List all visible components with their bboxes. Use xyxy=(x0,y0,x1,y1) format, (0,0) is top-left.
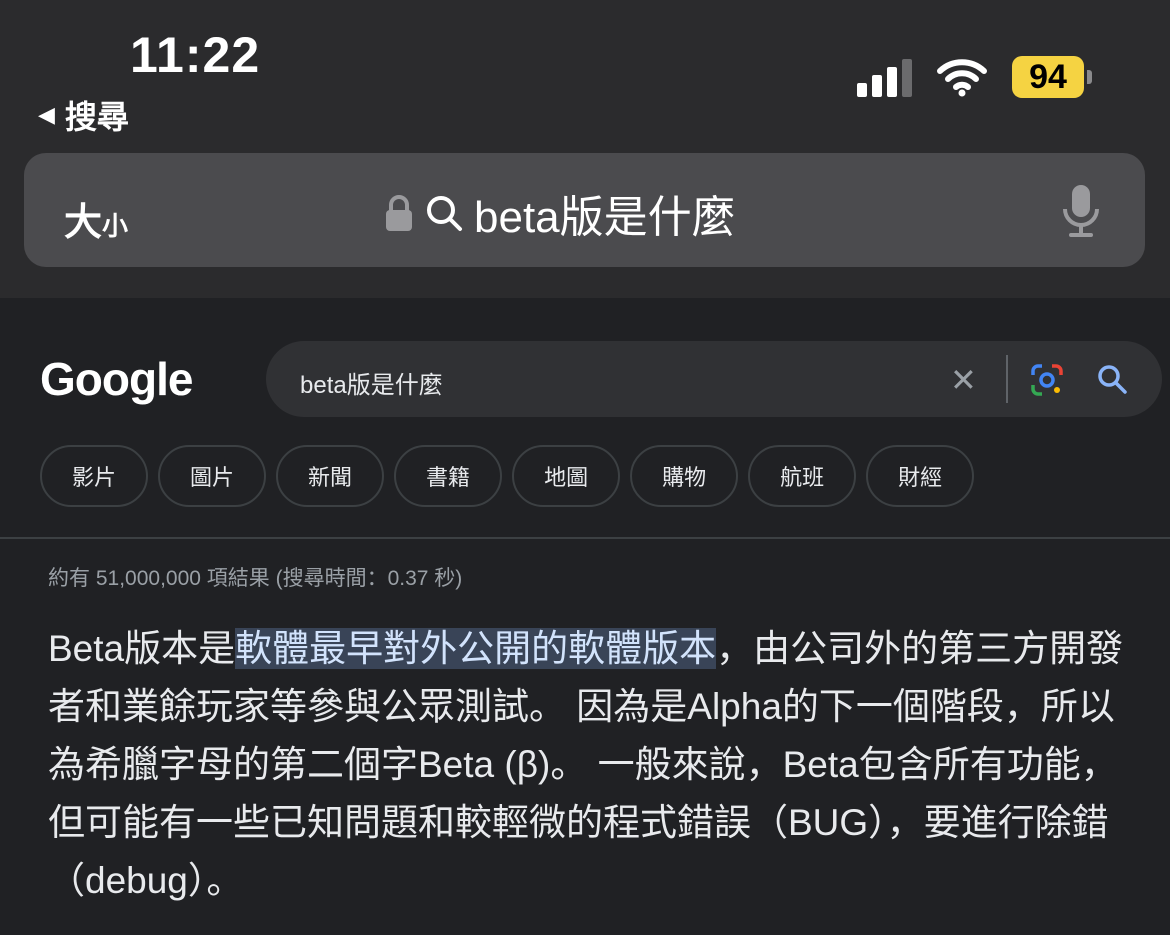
chip-books[interactable]: 書籍 xyxy=(394,445,503,507)
chip-flights[interactable]: 航班 xyxy=(748,445,857,507)
address-bar[interactable]: 大小 beta版是什麼 xyxy=(24,153,1145,267)
chip-news[interactable]: 新聞 xyxy=(276,445,385,507)
battery-level: 94 xyxy=(1012,56,1084,98)
snippet-highlight: 軟體最早對外公開的軟體版本 xyxy=(235,628,717,669)
url-query-text: beta版是什麼 xyxy=(474,193,736,242)
google-lens-icon[interactable] xyxy=(1030,363,1064,397)
text-size-button[interactable]: 大小 xyxy=(64,191,128,246)
browser-chrome: 11:22 ◀ 搜尋 94 大小 beta版是什麼 xyxy=(0,0,1170,298)
battery-icon: 94 xyxy=(1012,56,1092,98)
cellular-signal-icon xyxy=(857,57,912,97)
wifi-icon xyxy=(937,59,987,97)
clear-icon[interactable]: ✕ xyxy=(950,361,977,399)
back-to-search-button[interactable]: ◀ 搜尋 xyxy=(38,92,129,138)
google-logo[interactable]: Google xyxy=(40,352,193,406)
chip-maps[interactable]: 地圖 xyxy=(512,445,621,507)
snippet-text-before: Beta版本是 xyxy=(48,628,236,669)
search-filter-chips: 影片 圖片 新聞 書籍 地圖 購物 航班 財經 xyxy=(40,445,975,507)
chip-images[interactable]: 圖片 xyxy=(158,445,267,507)
google-search-box[interactable]: beta版是什麼 ✕ xyxy=(266,341,1162,417)
chip-finance[interactable]: 財經 xyxy=(866,445,975,507)
google-search-input[interactable]: beta版是什麼 xyxy=(300,365,443,400)
search-box-divider xyxy=(1006,355,1008,403)
status-icons: 94 xyxy=(857,56,1092,98)
results-divider xyxy=(0,537,1170,539)
result-stats: 約有 51,000,000 項結果 (搜尋時間：0.37 秒) xyxy=(48,567,463,590)
chip-shopping[interactable]: 購物 xyxy=(630,445,739,507)
search-submit-icon[interactable] xyxy=(1096,363,1128,395)
url-display[interactable]: beta版是什麼 xyxy=(384,181,736,245)
search-icon xyxy=(427,196,462,231)
back-arrow-icon: ◀ xyxy=(38,102,55,127)
chip-videos[interactable]: 影片 xyxy=(40,445,149,507)
featured-snippet: Beta版本是軟體最早對外公開的軟體版本，由公司外的第三方開發者和業餘玩家等參與… xyxy=(48,620,1138,910)
microphone-icon[interactable] xyxy=(1061,183,1101,239)
back-label: 搜尋 xyxy=(64,99,129,135)
status-time: 11:22 xyxy=(130,27,261,83)
lock-icon xyxy=(386,195,412,231)
